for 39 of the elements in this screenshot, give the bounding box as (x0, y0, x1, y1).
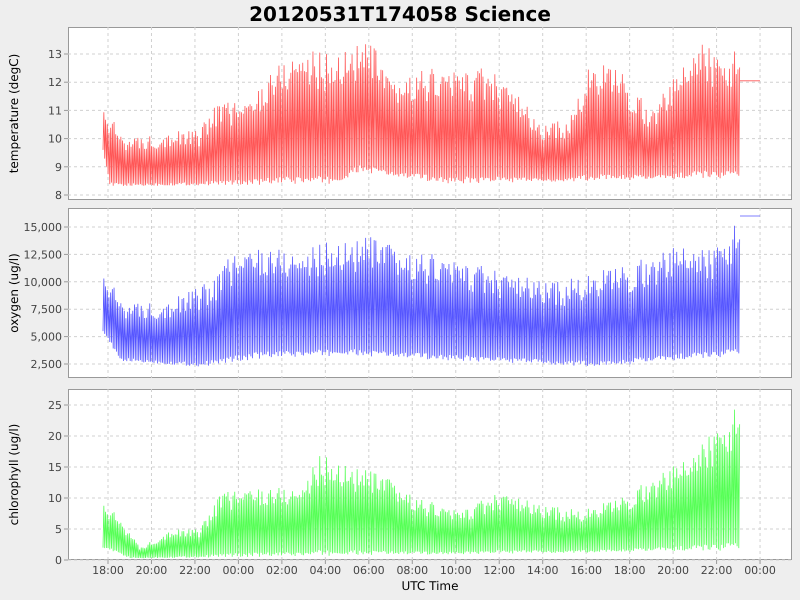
axis-tick-label: 12:00 (483, 564, 516, 577)
axis-title: chlorophyll (ug/l) (7, 424, 21, 526)
axis-tick-label: 04:00 (310, 564, 342, 577)
axis-tick-label: 7,500 (30, 303, 62, 316)
axis-tick-label: 20:00 (657, 564, 689, 577)
axis-tick-label: 18:00 (614, 564, 646, 577)
axis-tick-label: 08:00 (396, 564, 428, 577)
axis-tick-label: 10 (48, 492, 62, 505)
axis-tick-label: 22:00 (179, 564, 211, 577)
axis-tick-label: 10:00 (440, 564, 472, 577)
axis-tick-label: 2,500 (30, 358, 62, 371)
axis-tick-label: 22:00 (700, 564, 732, 577)
axis-tick-label: 06:00 (352, 564, 385, 577)
axis-tick-label: 11 (48, 104, 62, 118)
axis-tick-label: 16:00 (570, 564, 602, 577)
axis-tick-label: 12 (48, 76, 62, 90)
axis-tick-label: 10 (48, 132, 62, 146)
chart-title: 20120531T174058 Science (249, 2, 551, 26)
axis-tick-label: 18:00 (92, 564, 124, 577)
axis-tick-label: 25 (48, 399, 62, 412)
axis-tick-label: 15 (48, 461, 62, 474)
axis-tick-label: 9 (55, 160, 62, 174)
axis-tick-label: 5,000 (30, 330, 62, 344)
axis-tick-label: 8 (55, 189, 62, 202)
axis-tick-label: 00:00 (222, 564, 254, 577)
axis-title: oxygen (ug/l) (7, 253, 21, 333)
axis-title: temperature (degC) (7, 54, 21, 174)
axis-tick-label: 13 (48, 48, 62, 61)
axis-tick-label: 5 (55, 523, 62, 536)
axis-tick-label: 20:00 (136, 564, 168, 577)
axis-tick-label: 12,500 (24, 248, 62, 262)
axis-tick-label: 14:00 (526, 564, 559, 577)
axis-tick-label: 02:00 (266, 564, 298, 577)
axis-title: UTC Time (402, 579, 458, 593)
axis-tick-label: 15,000 (24, 221, 62, 234)
axis-tick-label: 00:00 (744, 564, 776, 577)
axis-tick-label: 10,000 (24, 276, 62, 289)
axis-tick-label: 20 (48, 430, 62, 443)
axis-tick-label: 0 (55, 554, 62, 567)
